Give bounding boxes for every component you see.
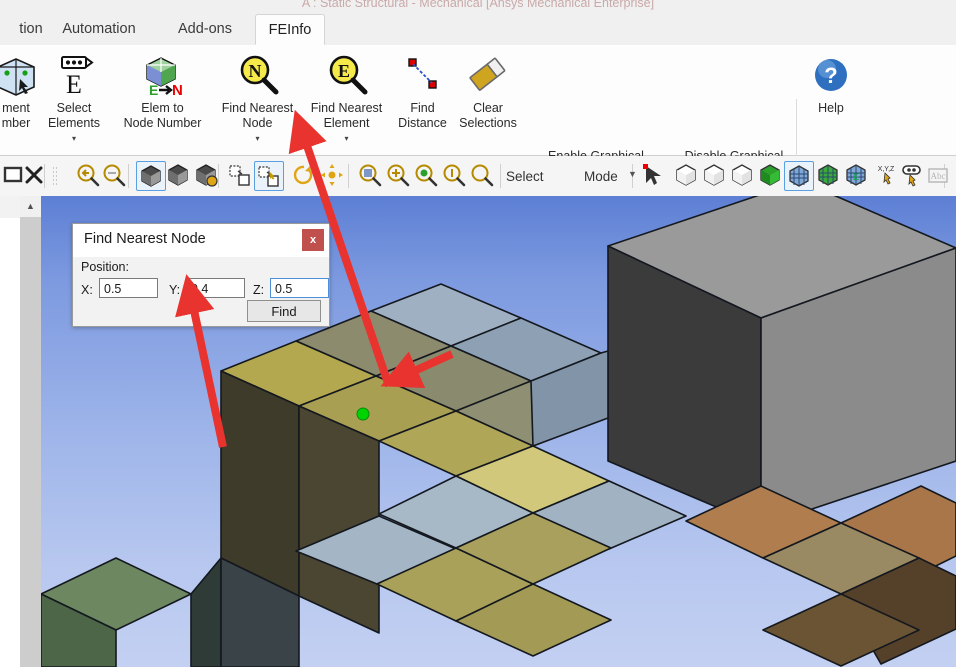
annotation-icon[interactable]: Abc <box>924 161 954 191</box>
clear-selections-icon <box>448 53 528 97</box>
position-label: Position: <box>81 260 129 274</box>
svg-text:E: E <box>149 82 158 97</box>
ribbon-button-help[interactable]: ? Help <box>802 53 860 116</box>
find-nearest-element-icon: E <box>294 53 399 97</box>
ribbon-button-label: Help <box>818 101 844 115</box>
y-coordinate-input[interactable]: 0.4 <box>186 278 245 298</box>
no-icon <box>666 101 802 145</box>
selected-node-marker <box>356 407 370 421</box>
left-tree-panel: ▲ <box>0 196 41 667</box>
ribbon-button-find-nearest-element[interactable]: E Find Nearest Element ▾ <box>294 53 399 147</box>
ribbon-tab-feinfo[interactable]: FEInfo <box>255 14 325 45</box>
magnifier-icon[interactable] <box>468 161 498 191</box>
ribbon-button-label: Find Nearest Element <box>310 101 383 130</box>
svg-text:?: ? <box>824 63 837 88</box>
mesh-display-1-icon[interactable] <box>784 161 814 191</box>
named-selection-1-icon[interactable] <box>672 161 702 191</box>
svg-text:E: E <box>853 172 859 182</box>
ribbon-button-find-distance[interactable]: Find Distance <box>390 53 455 130</box>
zoom-out-icon[interactable] <box>100 161 130 191</box>
ribbon-button-select-elements[interactable]: E Select Elements ▾ <box>36 53 112 147</box>
dialog-title: Find Nearest Node <box>84 231 206 247</box>
ribbon-button-clear-selections[interactable]: Clear Selections <box>448 53 528 130</box>
zoom-in-icon[interactable] <box>384 161 414 191</box>
show-mesh-icon[interactable] <box>226 161 256 191</box>
chevron-down-icon[interactable]: ▾ <box>72 134 76 143</box>
ribbon-panel: ment mber E Select Elements ▾ E N Elem to Node… <box>0 45 956 178</box>
named-selection-4-icon[interactable] <box>756 161 786 191</box>
no-icon <box>528 101 664 145</box>
ribbon-tab-automation[interactable]: Automation <box>46 14 152 45</box>
pan-icon[interactable] <box>318 161 348 191</box>
find-distance-icon <box>390 53 455 97</box>
scroll-up-arrow-icon[interactable]: ▲ <box>20 196 41 217</box>
named-selection-3-icon[interactable] <box>728 161 758 191</box>
window-title: A : Static Structural - Mechanical [Ansy… <box>301 0 655 10</box>
find-button[interactable]: Find <box>247 300 321 322</box>
svg-text:N: N <box>248 61 261 81</box>
toolbar-gripper-1[interactable] <box>52 166 57 186</box>
zoom-to-fit-icon[interactable] <box>440 161 470 191</box>
pointer-mode-icon[interactable] <box>640 161 670 191</box>
svg-text:E: E <box>337 61 349 81</box>
zoom-box-icon[interactable] <box>412 161 442 191</box>
rotate-icon[interactable] <box>290 161 320 191</box>
select-elements-icon: E <box>36 53 112 99</box>
svg-text:X,Y,Z: X,Y,Z <box>878 166 895 173</box>
chevron-down-icon[interactable]: ▾ <box>255 134 259 143</box>
mesh-display-2-icon[interactable] <box>814 161 844 191</box>
elem-to-node-number-icon: EN <box>105 53 220 99</box>
title-bar: A : Static Structural - Mechanical [Ansy… <box>0 0 956 14</box>
svg-text:Abc: Abc <box>931 171 946 181</box>
z-coordinate-input[interactable]: 0.5 <box>270 278 329 298</box>
mode-caret-icon[interactable]: ▼ <box>628 169 637 179</box>
chevron-down-icon[interactable]: ▾ <box>344 134 348 143</box>
wireframe-icon[interactable] <box>192 161 222 191</box>
svg-text:E: E <box>66 70 82 97</box>
mode-label[interactable]: Mode <box>584 169 618 184</box>
zoom-fit-icon[interactable] <box>356 161 386 191</box>
close-window-icon[interactable] <box>20 161 50 191</box>
toolbar-separator-5 <box>500 164 501 188</box>
mechanical-window: A : Static Structural - Mechanical [Ansy… <box>0 0 956 667</box>
vertical-scrollbar-thumb[interactable] <box>20 217 41 667</box>
x-field-label: X: <box>81 283 93 297</box>
help-icon: ? <box>802 53 860 97</box>
mesh-display-3-icon[interactable]: E <box>842 161 872 191</box>
svg-text:N: N <box>172 82 183 97</box>
named-selection-2-icon[interactable] <box>700 161 730 191</box>
toolbar-separator-4 <box>348 164 349 188</box>
graphics-toolbar: Select Mode ▼ E X,Y,Z Abc <box>0 156 956 197</box>
shaded-exterior-edges-icon[interactable] <box>136 161 166 191</box>
ribbon-button-label: Select Elements <box>47 101 101 130</box>
close-icon[interactable]: x <box>302 229 324 251</box>
y-field-label: Y: <box>169 283 181 297</box>
x-coordinate-input[interactable]: 0.5 <box>99 278 158 298</box>
dialog-title-bar[interactable]: Find Nearest Node x <box>73 224 329 257</box>
ribbon-button-elem-to-node-number[interactable]: E N Elem to Node Number <box>105 53 220 130</box>
ribbon-tab-strip: tion Automation Add-ons FEInfo <box>0 14 956 46</box>
ribbon-button-label: Elem to Node Number <box>123 101 202 130</box>
ribbon-button-label: Clear Selections <box>459 101 517 130</box>
edge-display-icon[interactable] <box>254 161 284 191</box>
shaded-exterior-icon[interactable] <box>164 161 194 191</box>
select-label[interactable]: Select <box>506 169 544 184</box>
ribbon-tab-add-ons[interactable]: Add-ons <box>160 14 250 45</box>
z-field-label: Z: <box>253 283 265 297</box>
ribbon-button-label: Find Distance <box>398 101 447 130</box>
